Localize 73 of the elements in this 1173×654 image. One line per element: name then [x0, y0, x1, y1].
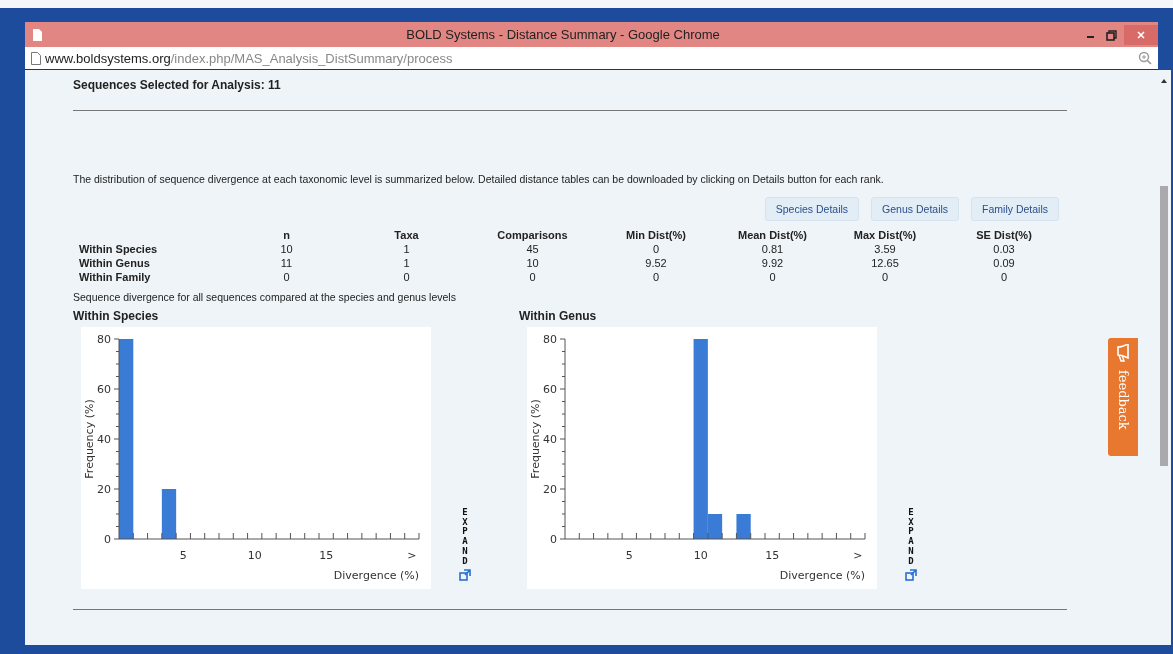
row-label: Within Family — [79, 271, 152, 283]
table-cell-text: 0.81 — [760, 243, 785, 255]
restore-button[interactable] — [1104, 27, 1118, 42]
scrollbar[interactable] — [1157, 70, 1171, 645]
chart-title: Within Genus — [519, 309, 598, 323]
y-axis-label: Frequency (%) — [529, 399, 542, 479]
table-cell-text: 0.03 — [992, 243, 1016, 255]
table-cell-text: 1 — [402, 257, 411, 269]
table-cell-text: 1 — [402, 243, 411, 255]
column-header: Taxa — [393, 229, 420, 241]
y-tick-label: 40 — [543, 433, 557, 446]
table-cell-text: 12.65 — [870, 257, 900, 269]
table-cell-text: 0 — [768, 271, 777, 283]
table-cell-text: 0 — [528, 271, 537, 283]
y-tick-label: 0 — [550, 533, 557, 546]
row-label: Within Species — [79, 243, 159, 255]
x-tick-label: 10 — [693, 549, 708, 562]
column-header: Comparisons — [496, 229, 569, 241]
table-cell-text: 45 — [525, 243, 540, 255]
sequence-count-heading: Sequences Selected for Analysis: 11 — [73, 78, 282, 92]
y-tick-label: 60 — [543, 383, 557, 396]
expand-link[interactable]: EXPAND — [460, 507, 470, 567]
table-cell-text: 10 — [525, 257, 540, 269]
row-label: Within Genus — [79, 257, 151, 269]
x-axis-label: Divergence (%) — [779, 569, 865, 582]
x-tick-label: 15 — [319, 549, 334, 562]
x-tick-label: 10 — [247, 549, 262, 562]
charts-caption: Sequence divergence for all sequences compared at the species and genus levels — [73, 291, 457, 303]
column-header: Min Dist(%) — [625, 229, 687, 241]
table-cell-text: 0.09 — [992, 257, 1016, 269]
details-button[interactable]: Genus Details — [871, 197, 960, 221]
table-cell-text: 0 — [402, 271, 411, 283]
table-cell-text: 0 — [651, 271, 661, 283]
column-header: Max Dist(%) — [852, 229, 918, 241]
megaphone-icon — [1115, 344, 1131, 362]
y-tick-label: 20 — [543, 483, 557, 496]
page-icon — [31, 51, 41, 65]
zoom-icon[interactable] — [1138, 51, 1152, 65]
table-cell-text: 0 — [999, 271, 1009, 283]
y-axis-label: Frequency (%) — [83, 399, 96, 479]
y-tick-label: 0 — [104, 533, 111, 546]
y-tick-label: 40 — [97, 433, 111, 446]
y-tick-label: 80 — [97, 333, 111, 346]
description-text: The distribution of sequence divergence at each taxonomic level is summarized below. Detailed distance tables can be downloaded by clicking on Details button for each rank. — [73, 173, 885, 185]
table-cell-text: 11 — [279, 257, 294, 269]
table-cell-text: 9.92 — [760, 257, 785, 269]
y-tick-label: 60 — [97, 383, 111, 396]
expand-link[interactable]: EXPAND — [906, 507, 916, 567]
y-tick-label: 80 — [543, 333, 557, 346]
x-tick-label: 5 — [625, 549, 633, 562]
page-icon — [33, 28, 42, 41]
table-cell-text: 10 — [279, 243, 294, 255]
x-tick-label: 15 — [765, 549, 780, 562]
column-header: SE Dist(%) — [975, 229, 1033, 241]
table-cell-text: 0 — [880, 271, 890, 283]
bar — [736, 514, 751, 539]
table-cell-text: 0 — [651, 243, 661, 255]
table-cell-text: 9.52 — [644, 257, 668, 269]
y-tick-label: 20 — [97, 483, 111, 496]
table-cell-text: 0 — [282, 271, 291, 283]
popout-icon[interactable] — [459, 569, 471, 581]
column-header: n — [282, 229, 291, 241]
popout-icon[interactable] — [905, 569, 917, 581]
table-cell-text: 3.59 — [873, 243, 897, 255]
column-header: Mean Dist(%) — [736, 229, 809, 241]
details-button[interactable]: Family Details — [971, 197, 1059, 221]
x-tick-label: 5 — [179, 549, 187, 562]
x-axis-label: Divergence (%) — [333, 569, 419, 582]
window-title: BOLD Systems - Distance Summary - Google Chrome — [405, 27, 721, 42]
x-tick-label: > — [853, 549, 863, 562]
chart-title: Within Species — [73, 309, 160, 323]
details-button[interactable]: Species Details — [764, 197, 860, 221]
x-tick-label: > — [407, 549, 417, 562]
